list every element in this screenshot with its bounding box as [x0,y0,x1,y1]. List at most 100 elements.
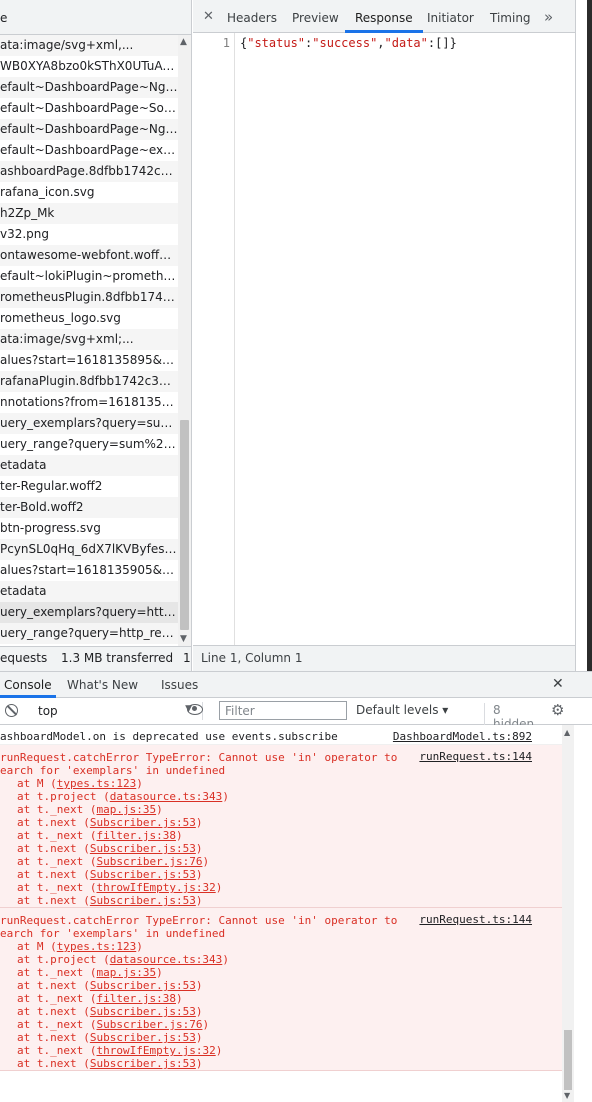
tab-headers[interactable]: Headers [227,11,277,25]
context-selector[interactable]: top ▼ [31,702,203,720]
request-row[interactable]: ter-Bold.woff2 [0,497,178,518]
request-row[interactable]: rafana_icon.svg [0,182,178,203]
message-source-link[interactable]: runRequest.ts:144 [419,913,532,926]
chevron-double-right-icon[interactable]: » [544,8,553,26]
request-row[interactable]: alues?start=1618135905&end=1. [0,560,178,581]
close-drawer-icon[interactable]: ✕ [552,676,564,692]
request-row[interactable]: etadata [0,581,178,602]
message-source-link[interactable]: DashboardModel.ts:892 [393,730,532,743]
request-row[interactable]: rafanaPlugin.8dfbb1742c37a40e [0,371,178,392]
request-row[interactable]: efault~DashboardPage~NgAlert. [0,77,178,98]
stack-frame-link[interactable]: datasource.ts:343 [110,953,223,966]
stack-frame-link[interactable]: datasource.ts:343 [110,790,223,803]
request-row[interactable]: efault~DashboardPage~SoloPan. [0,98,178,119]
stack-frame-link[interactable]: Subscriber.js:53 [90,1005,196,1018]
stack-frame-function: at t._next ( [17,1044,97,1057]
request-row[interactable]: ata:image/svg+xml,... [0,35,178,56]
log-levels-dropdown[interactable]: Default levels ▾ [356,703,448,717]
tab-issues[interactable]: Issues [161,678,198,692]
scroll-up-icon[interactable]: ▲ [180,37,187,47]
console-filter-input[interactable] [219,701,347,720]
stack-frame-link[interactable]: map.js:35 [96,966,156,979]
request-row[interactable]: efault~DashboardPage~explore. [0,140,178,161]
stack-frame-link[interactable]: Subscriber.js:76 [96,1018,202,1031]
stack-frame-link[interactable]: Subscriber.js:53 [90,842,196,855]
request-row[interactable]: ter-Regular.woff2 [0,476,178,497]
request-row[interactable]: btn-progress.svg [0,518,178,539]
scroll-down-icon[interactable]: ▼ [180,634,187,644]
name-column-header[interactable]: e [0,0,192,35]
tab-console[interactable]: Console [4,678,52,692]
stack-frame-link[interactable]: Subscriber.js:53 [90,894,196,907]
stack-frame-suffix: ) [215,881,223,894]
console-messages: ashboardModel.on is deprecated use event… [0,725,562,1102]
tab-initiator[interactable]: Initiator [427,11,474,25]
stack-frame-link[interactable]: map.js:35 [96,803,156,816]
stack-frame-function: at t._next ( [17,992,97,1005]
stack-frame-link[interactable]: Subscriber.js:76 [96,855,202,868]
stack-frame-suffix: ) [175,992,183,1005]
stack-frame: at t.next (Subscriber.js:53) [17,842,202,855]
gear-icon[interactable]: ⚙ [551,701,564,719]
stack-frame-link[interactable]: Subscriber.js:53 [90,979,196,992]
scroll-up-icon[interactable]: ▲ [564,728,570,737]
response-code-line[interactable]: {"status":"success","data":[]} [240,36,457,50]
request-row[interactable]: rometheusPlugin.8dfbb1742c37. [0,287,178,308]
request-row[interactable]: ata:image/svg+xml;... [0,329,178,350]
request-row[interactable]: h2Zp_Mk [0,203,178,224]
request-row[interactable]: WB0XYA8bzo0kSThX0UTuA.woff [0,56,178,77]
request-row[interactable]: alues?start=1618135895&end=1. [0,350,178,371]
stack-frame-function: at t.next ( [17,816,90,829]
stack-frame-link[interactable]: filter.js:38 [96,829,175,842]
request-row[interactable]: nnotations?from=161813589428 [0,392,178,413]
stack-frame-suffix: ) [195,868,203,881]
stack-frame-function: at t.next ( [17,894,90,907]
scrollbar-thumb[interactable] [564,1030,572,1090]
request-row[interactable]: efault~DashboardPage~NgAlert. [0,119,178,140]
clear-console-icon[interactable] [5,704,18,717]
stack-frame-link[interactable]: filter.js:38 [96,992,175,1005]
request-row[interactable]: uery_exemplars?query=sum%20. [0,413,178,434]
stack-frame-link[interactable]: types.ts:123 [57,777,136,790]
request-list-scrollbar[interactable]: ▲ ▼ [178,35,192,646]
stack-frame: at t.next (Subscriber.js:53) [17,1031,202,1044]
stack-frame-link[interactable]: Subscriber.js:53 [90,1031,196,1044]
request-row[interactable]: uery_range?query=http_request. [0,623,178,644]
stack-frame-suffix: ) [215,1044,223,1057]
request-row[interactable]: ontawesome-webfont.woff2?v=4 [0,245,178,266]
tab-response[interactable]: Response [355,11,413,25]
console-log-message: ashboardModel.on is deprecated use event… [0,725,562,745]
request-row[interactable]: rometheus_logo.svg [0,308,178,329]
request-row[interactable]: ashboardPage.8dfbb1742c37a4. [0,161,178,182]
close-icon[interactable]: ✕ [203,9,214,24]
scrollbar-thumb[interactable] [180,420,189,630]
message-text: runRequest.catchError TypeError: Cannot … [0,914,398,940]
tab-whats-new[interactable]: What's New [67,678,138,692]
tab-timing[interactable]: Timing [490,11,531,25]
stack-frame-suffix: ) [195,842,203,855]
stack-frame: at t._next (filter.js:38) [17,829,183,842]
stack-frame-link[interactable]: throwIfEmpty.js:32 [96,1044,215,1057]
stack-frame-link[interactable]: Subscriber.js:53 [90,868,196,881]
stack-frame: at t._next (Subscriber.js:76) [17,1018,209,1031]
request-row[interactable]: uery_exemplars?query=http_req [0,602,178,623]
scroll-down-icon[interactable]: ▼ [564,1091,570,1100]
stack-frame-suffix: ) [156,803,163,816]
eye-icon[interactable] [187,704,203,715]
stack-frame-link[interactable]: Subscriber.js:53 [90,1057,196,1070]
stack-frame-link[interactable]: types.ts:123 [57,940,136,953]
response-viewer[interactable]: 1 {"status":"success","data":[]} [193,33,575,645]
tab-preview[interactable]: Preview [292,11,339,25]
request-row[interactable]: uery_range?query=sum%20by(c. [0,434,178,455]
request-row[interactable]: PcynSL0qHq_6dX7lKVByfesZW2. [0,539,178,560]
stack-frame-link[interactable]: throwIfEmpty.js:32 [96,881,215,894]
message-source-link[interactable]: runRequest.ts:144 [419,750,532,763]
stack-frame: at t.next (Subscriber.js:53) [17,894,202,907]
stack-frame-suffix: ) [195,1005,203,1018]
request-row[interactable]: efault~lokiPlugin~prometheusPl [0,266,178,287]
request-row[interactable]: etadata [0,455,178,476]
window-edge [575,0,592,671]
console-scrollbar[interactable]: ▲ ▼ [562,725,574,1102]
request-row[interactable]: v32.png [0,224,178,245]
stack-frame-link[interactable]: Subscriber.js:53 [90,816,196,829]
